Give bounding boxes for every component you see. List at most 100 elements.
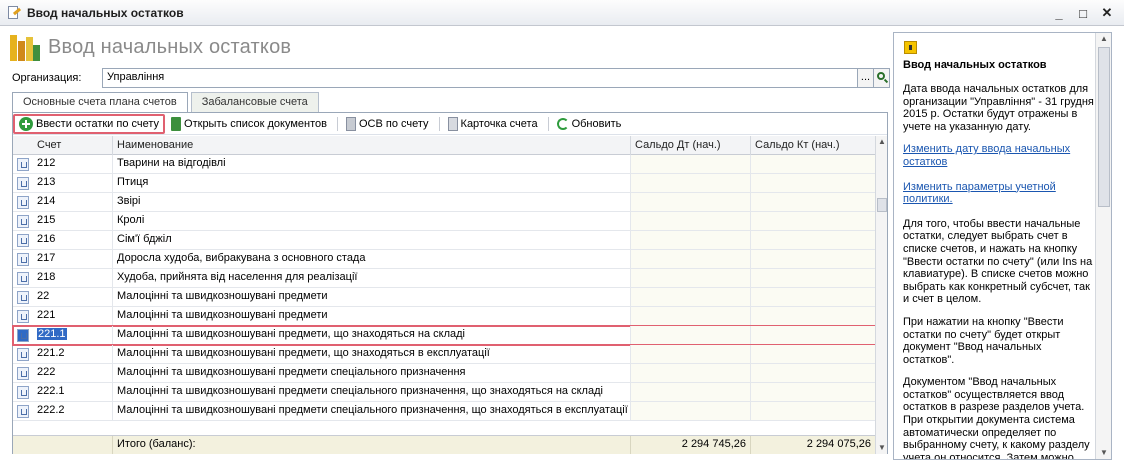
osv-button[interactable]: ОСВ по счету — [342, 114, 433, 134]
saldo-kt-cell[interactable] — [751, 326, 875, 344]
account-name-cell[interactable]: Малоцінні та швидкозношувані предмети — [113, 288, 631, 306]
account-name-cell[interactable]: Птиця — [113, 174, 631, 192]
account-code: 216 — [37, 233, 56, 245]
account-name-cell[interactable]: Доросла худоба, вибракувана з основного … — [113, 250, 631, 268]
table-row[interactable]: 212 Тварини на відгодівлі — [13, 155, 875, 174]
saldo-kt-cell[interactable] — [751, 383, 875, 401]
account-name-cell[interactable]: Малоцінні та швидкозношувані предмети, щ… — [113, 345, 631, 363]
saldo-dt-cell[interactable] — [631, 345, 751, 363]
saldo-kt-cell[interactable] — [751, 193, 875, 211]
col-name[interactable]: Наименование — [113, 136, 631, 155]
scroll-down-icon[interactable]: ▼ — [1096, 447, 1111, 459]
change-date-link[interactable]: Изменить дату ввода начальных остатков — [903, 143, 1095, 168]
account-code-cell[interactable]: 22 — [13, 288, 113, 306]
scroll-up-icon[interactable]: ▲ — [1096, 33, 1111, 45]
enter-balances-button[interactable]: Ввести остатки по счету — [13, 113, 166, 134]
saldo-dt-cell[interactable] — [631, 269, 751, 287]
account-name-cell[interactable]: Сім'ї бджіл — [113, 231, 631, 249]
saldo-kt-cell[interactable] — [751, 307, 875, 325]
account-code-cell[interactable]: 213 — [13, 174, 113, 192]
table-row[interactable]: 221.1 Малоцінні та швидкозношувані предме… — [12, 325, 876, 346]
account-code-cell[interactable]: 212 — [13, 155, 113, 173]
saldo-dt-cell[interactable] — [631, 364, 751, 382]
account-name-cell[interactable]: Малоцінні та швидкозношувані предмети, щ… — [113, 326, 631, 344]
account-name-cell[interactable]: Малоцінні та швидкозношувані предмети сп… — [113, 383, 631, 401]
account-code-cell[interactable]: 222 — [13, 364, 113, 382]
saldo-dt-cell[interactable] — [631, 174, 751, 192]
saldo-dt-cell[interactable] — [631, 307, 751, 325]
table-row[interactable]: 216 Сім'ї бджіл — [13, 231, 875, 250]
saldo-kt-cell[interactable] — [751, 250, 875, 268]
tab-main-accounts[interactable]: Основные счета плана счетов — [12, 92, 188, 113]
table-row[interactable]: 214 Звірі — [13, 193, 875, 212]
account-name-cell[interactable]: Малоцінні та швидкозношувані предмети — [113, 307, 631, 325]
col-account[interactable]: Счет — [13, 136, 113, 155]
table-scrollbar[interactable]: ▲ ▼ — [875, 136, 887, 454]
table-row[interactable]: 221 Малоцінні та швидкозношувані предмети — [13, 307, 875, 326]
maximize-button[interactable]: □ — [1072, 3, 1094, 23]
saldo-kt-cell[interactable] — [751, 174, 875, 192]
table-row[interactable]: 213 Птиця — [13, 174, 875, 193]
organization-select-button[interactable]: ... — [858, 68, 874, 88]
account-name-cell[interactable]: Тварини на відгодівлі — [113, 155, 631, 173]
saldo-dt-cell[interactable] — [631, 155, 751, 173]
organization-open-button[interactable] — [874, 68, 890, 88]
tab-off-balance-accounts[interactable]: Забалансовые счета — [190, 92, 319, 112]
account-code-cell[interactable]: 221 — [13, 307, 113, 325]
scroll-thumb[interactable] — [877, 198, 887, 212]
saldo-dt-cell[interactable] — [631, 288, 751, 306]
organization-field[interactable]: Управління — [102, 68, 858, 88]
table-row[interactable]: 215 Кролі — [13, 212, 875, 231]
saldo-kt-cell[interactable] — [751, 364, 875, 382]
saldo-kt-cell[interactable] — [751, 231, 875, 249]
saldo-kt-cell[interactable] — [751, 269, 875, 287]
account-name-cell[interactable]: Малоцінні та швидкозношувані предмети сп… — [113, 402, 631, 420]
account-name-cell[interactable]: Кролі — [113, 212, 631, 230]
account-code-cell[interactable]: 214 — [13, 193, 113, 211]
account-code-cell[interactable]: 221.2 — [13, 345, 113, 363]
saldo-dt-cell[interactable] — [631, 402, 751, 420]
open-doc-list-button[interactable]: Открыть список документов — [167, 114, 331, 134]
account-code-cell[interactable]: 222.2 — [13, 402, 113, 420]
account-icon — [17, 196, 29, 209]
account-card-button[interactable]: Карточка счета — [444, 114, 542, 134]
account-code-cell[interactable]: 218 — [13, 269, 113, 287]
account-code-cell[interactable]: 217 — [13, 250, 113, 268]
saldo-kt-cell[interactable] — [751, 345, 875, 363]
table-row[interactable]: 22 Малоцінні та швидкозношувані предмети — [13, 288, 875, 307]
table-row[interactable]: 222.1 Малоцінні та швидкозношувані предме… — [13, 383, 875, 402]
col-dt[interactable]: Сальдо Дт (нач.) — [631, 136, 751, 155]
account-code: 22 — [37, 290, 50, 302]
saldo-dt-cell[interactable] — [631, 193, 751, 211]
account-code-cell[interactable]: 221.1 — [13, 326, 113, 344]
help-scrollbar[interactable]: ▲ ▼ — [1095, 33, 1111, 459]
table-row[interactable]: 218 Худоба, прийнята від населення для ре… — [13, 269, 875, 288]
table-row[interactable]: 222 Малоцінні та швидкозношувані предмети… — [13, 364, 875, 383]
saldo-dt-cell[interactable] — [631, 231, 751, 249]
scroll-up-icon[interactable]: ▲ — [876, 136, 888, 148]
saldo-kt-cell[interactable] — [751, 288, 875, 306]
account-code-cell[interactable]: 216 — [13, 231, 113, 249]
saldo-dt-cell[interactable] — [631, 326, 751, 344]
saldo-kt-cell[interactable] — [751, 212, 875, 230]
account-name-cell[interactable]: Малоцінні та швидкозношувані предмети сп… — [113, 364, 631, 382]
table-row[interactable]: 222.2 Малоцінні та швидкозношувані предме… — [13, 402, 875, 421]
account-code-cell[interactable]: 215 — [13, 212, 113, 230]
account-name-cell[interactable]: Звірі — [113, 193, 631, 211]
col-kt[interactable]: Сальдо Кт (нач.) — [751, 136, 875, 155]
saldo-dt-cell[interactable] — [631, 250, 751, 268]
close-button[interactable]: ✕ — [1096, 3, 1118, 23]
table-row[interactable]: 217 Доросла худоба, вибракувана з основно… — [13, 250, 875, 269]
minimize-button[interactable]: _ — [1048, 3, 1070, 23]
saldo-dt-cell[interactable] — [631, 212, 751, 230]
saldo-kt-cell[interactable] — [751, 155, 875, 173]
saldo-kt-cell[interactable] — [751, 402, 875, 420]
table-row[interactable]: 221.2 Малоцінні та швидкозношувані предме… — [13, 345, 875, 364]
refresh-button[interactable]: Обновить — [553, 114, 626, 134]
change-policy-link[interactable]: Изменить параметры учетной политики. — [903, 181, 1095, 206]
account-name-cell[interactable]: Худоба, прийнята від населення для реалі… — [113, 269, 631, 287]
account-code-cell[interactable]: 222.1 — [13, 383, 113, 401]
scroll-thumb[interactable] — [1098, 47, 1110, 207]
scroll-down-icon[interactable]: ▼ — [876, 442, 888, 454]
saldo-dt-cell[interactable] — [631, 383, 751, 401]
